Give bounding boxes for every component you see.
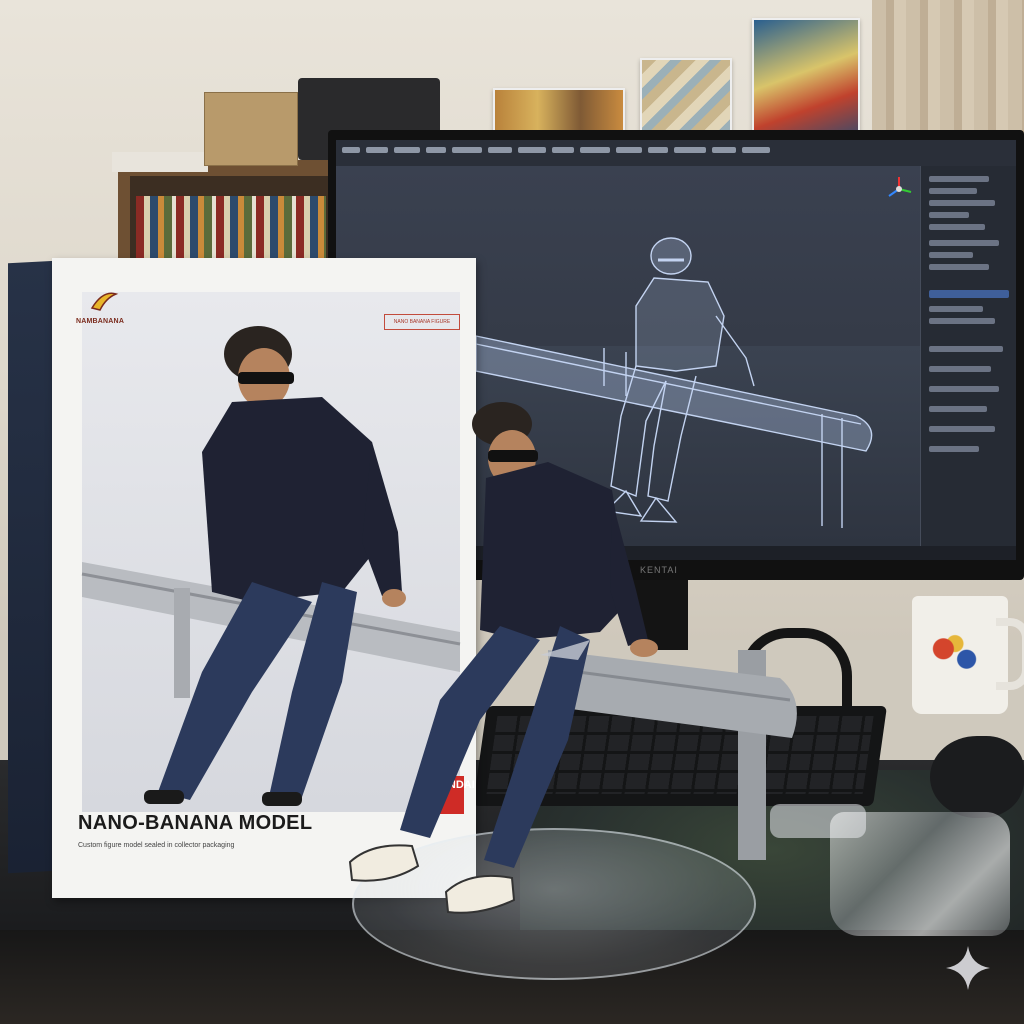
sparkle-icon xyxy=(946,946,990,990)
figurine xyxy=(348,402,797,914)
